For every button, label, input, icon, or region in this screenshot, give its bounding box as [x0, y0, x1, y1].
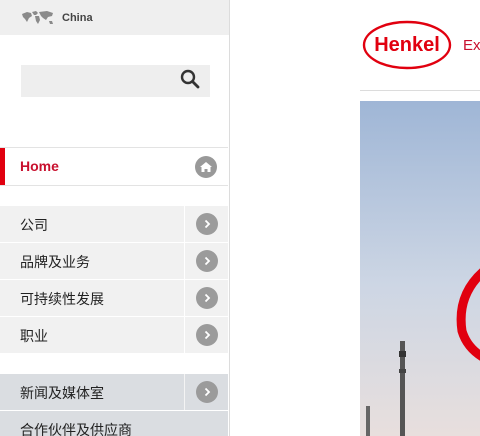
brand-tagline: Ex — [463, 37, 480, 54]
nav-item-company[interactable]: 公司 — [0, 206, 228, 243]
nav-item-label: 公司 — [20, 218, 48, 234]
nav-item-sustainability[interactable]: 可持续性发展 — [0, 280, 228, 317]
divider — [184, 280, 185, 316]
nav-item-label: 新闻及媒体室 — [20, 386, 104, 402]
globe-map-icon — [20, 9, 56, 27]
nav-item-careers[interactable]: 职业 — [0, 317, 228, 354]
chevron-right-icon[interactable] — [196, 287, 218, 309]
hero-image — [360, 101, 480, 436]
country-label[interactable]: China — [62, 12, 93, 24]
chevron-right-icon[interactable] — [196, 381, 218, 403]
nav-item-partners[interactable]: 合作伙伴及供应商 — [0, 411, 228, 436]
nav-item-label: 职业 — [20, 329, 48, 345]
nav-group-secondary: 新闻及媒体室 合作伙伴及供应商 — [0, 374, 228, 436]
nav-home[interactable]: Home — [0, 147, 228, 186]
main-content: Henkel Ex — [230, 0, 480, 436]
sidebar: China Home 公司 品牌及业务 可持续性发展 职业 新闻及媒体室 合作伙… — [0, 0, 230, 436]
nav-item-newsroom[interactable]: 新闻及媒体室 — [0, 374, 228, 411]
divider — [184, 206, 185, 242]
country-selector[interactable]: China — [0, 0, 229, 35]
search-button[interactable] — [170, 65, 210, 97]
nav-item-label: 品牌及业务 — [20, 255, 90, 271]
home-icon[interactable] — [195, 156, 217, 178]
nav-home-label: Home — [20, 158, 59, 174]
divider — [184, 243, 185, 279]
svg-text:Henkel: Henkel — [374, 34, 440, 56]
nav-item-label: 可持续性发展 — [20, 292, 104, 308]
divider — [184, 317, 185, 353]
search-input[interactable] — [21, 65, 187, 97]
chevron-right-icon[interactable] — [196, 213, 218, 235]
nav-item-label: 合作伙伴及供应商 — [20, 423, 132, 436]
chevron-right-icon[interactable] — [196, 250, 218, 272]
header-divider — [360, 90, 480, 91]
search-icon — [180, 69, 200, 93]
nav-group-main: 公司 品牌及业务 可持续性发展 职业 — [0, 206, 228, 354]
active-indicator — [0, 148, 5, 185]
search-box — [21, 65, 210, 97]
chevron-right-icon[interactable] — [196, 324, 218, 346]
divider — [184, 374, 185, 410]
nav-item-brands[interactable]: 品牌及业务 — [0, 243, 228, 280]
henkel-logo[interactable]: Henkel — [362, 20, 452, 74]
